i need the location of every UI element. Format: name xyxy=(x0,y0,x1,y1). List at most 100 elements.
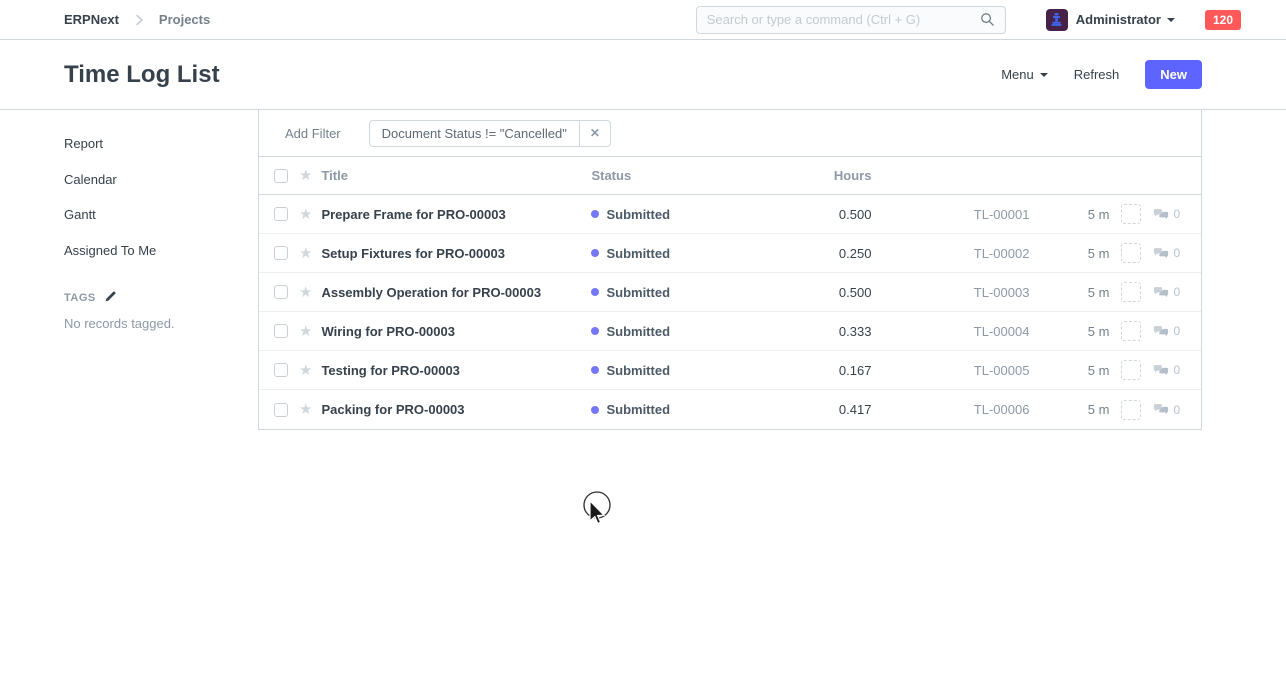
assign-placeholder-button[interactable] xyxy=(1121,204,1141,224)
select-all-checkbox[interactable] xyxy=(274,169,288,183)
star-column-icon[interactable]: ★ xyxy=(299,168,312,183)
app-brand[interactable]: ERPNext xyxy=(64,12,119,27)
star-icon[interactable]: ★ xyxy=(299,285,312,300)
menu-button[interactable]: Menu xyxy=(1001,67,1048,82)
page-title: Time Log List xyxy=(64,61,220,89)
assign-placeholder-button[interactable] xyxy=(1121,360,1141,380)
star-icon[interactable]: ★ xyxy=(299,363,312,378)
assign-placeholder-button[interactable] xyxy=(1121,282,1141,302)
list-container: Add Filter Document Status != "Cancelled… xyxy=(258,110,1202,430)
add-filter-button[interactable]: Add Filter xyxy=(285,126,341,141)
notification-badge[interactable]: 120 xyxy=(1205,10,1241,30)
row-checkbox[interactable] xyxy=(274,207,288,221)
status-label: Submitted xyxy=(606,207,670,222)
comments-button[interactable]: 0 xyxy=(1153,324,1180,338)
row-title-link[interactable]: Prepare Frame for PRO-00003 xyxy=(321,207,505,222)
row-id-link[interactable]: TL-00001 xyxy=(871,207,1031,222)
user-menu[interactable]: Administrator xyxy=(1046,9,1175,31)
star-icon[interactable]: ★ xyxy=(299,324,312,339)
row-id-link[interactable]: TL-00004 xyxy=(871,324,1031,339)
remove-filter-icon[interactable]: ✕ xyxy=(579,121,610,146)
tags-empty-message: No records tagged. xyxy=(64,316,238,331)
column-header-hours[interactable]: Hours xyxy=(761,168,871,183)
filter-bar: Add Filter Document Status != "Cancelled… xyxy=(259,110,1201,157)
comment-icon xyxy=(1153,403,1169,416)
search-icon[interactable] xyxy=(980,12,995,27)
row-id-link[interactable]: TL-00005 xyxy=(871,363,1031,378)
status-dot-icon xyxy=(591,327,599,335)
navbar: ERPNext Projects Administrator 120 xyxy=(0,0,1286,40)
search-input[interactable] xyxy=(707,12,980,27)
row-title-link[interactable]: Testing for PRO-00003 xyxy=(321,363,459,378)
row-modified: 5 m xyxy=(1031,207,1121,222)
list-header-row: ★ Title Status Hours xyxy=(259,157,1201,195)
filter-chip-label[interactable]: Document Status != "Cancelled" xyxy=(370,121,579,146)
new-button[interactable]: New xyxy=(1145,60,1202,89)
row-title-link[interactable]: Wiring for PRO-00003 xyxy=(321,324,455,339)
sidebar-item-report[interactable]: Report xyxy=(64,132,238,157)
row-status: Submitted xyxy=(591,363,761,378)
comment-count: 0 xyxy=(1173,285,1180,299)
assign-placeholder-button[interactable] xyxy=(1121,243,1141,263)
row-id-link[interactable]: TL-00002 xyxy=(871,246,1031,261)
row-checkbox[interactable] xyxy=(274,324,288,338)
table-row[interactable]: ★ Wiring for PRO-00003 Submitted 0.333 T… xyxy=(259,312,1201,351)
edit-tags-pencil-icon[interactable] xyxy=(104,290,117,306)
comment-icon xyxy=(1153,208,1169,221)
comment-count: 0 xyxy=(1173,324,1180,338)
comments-button[interactable]: 0 xyxy=(1153,207,1180,221)
row-id-link[interactable]: TL-00003 xyxy=(871,285,1031,300)
star-icon[interactable]: ★ xyxy=(299,246,312,261)
row-checkbox[interactable] xyxy=(274,246,288,260)
comment-icon xyxy=(1153,364,1169,377)
row-status: Submitted xyxy=(591,207,761,222)
status-dot-icon xyxy=(591,210,599,218)
sidebar-item-calendar[interactable]: Calendar xyxy=(64,168,238,193)
star-icon[interactable]: ★ xyxy=(299,207,312,222)
comment-icon xyxy=(1153,286,1169,299)
global-search[interactable] xyxy=(696,6,1006,34)
tags-label: TAGS xyxy=(64,292,96,304)
table-row[interactable]: ★ Testing for PRO-00003 Submitted 0.167 … xyxy=(259,351,1201,390)
sidebar-item-assigned-to-me[interactable]: Assigned To Me xyxy=(64,239,238,264)
column-header-status[interactable]: Status xyxy=(591,168,761,183)
comments-button[interactable]: 0 xyxy=(1153,246,1180,260)
assign-placeholder-button[interactable] xyxy=(1121,321,1141,341)
sidebar-item-gantt[interactable]: Gantt xyxy=(64,203,238,228)
comments-button[interactable]: 0 xyxy=(1153,363,1180,377)
chevron-down-icon xyxy=(1040,73,1048,77)
row-id-link[interactable]: TL-00006 xyxy=(871,402,1031,417)
avatar xyxy=(1046,9,1068,31)
row-checkbox[interactable] xyxy=(274,285,288,299)
comments-button[interactable]: 0 xyxy=(1153,403,1180,417)
row-title-link[interactable]: Setup Fixtures for PRO-00003 xyxy=(321,246,505,261)
status-dot-icon xyxy=(591,288,599,296)
row-title-link[interactable]: Packing for PRO-00003 xyxy=(321,402,464,417)
column-header-title[interactable]: Title xyxy=(321,168,591,183)
row-modified: 5 m xyxy=(1031,246,1121,261)
table-row[interactable]: ★ Assembly Operation for PRO-00003 Submi… xyxy=(259,273,1201,312)
click-ring-icon xyxy=(584,492,610,518)
refresh-button[interactable]: Refresh xyxy=(1074,67,1120,82)
row-checkbox[interactable] xyxy=(274,403,288,417)
page-head: Time Log List Menu Refresh New xyxy=(0,40,1286,110)
mouse-cursor xyxy=(577,488,621,537)
chevron-right-icon xyxy=(133,14,145,26)
table-row[interactable]: ★ Prepare Frame for PRO-00003 Submitted … xyxy=(259,195,1201,234)
status-label: Submitted xyxy=(606,246,670,261)
row-hours: 0.500 xyxy=(761,285,871,300)
row-status: Submitted xyxy=(591,402,761,417)
row-hours: 0.167 xyxy=(761,363,871,378)
table-row[interactable]: ★ Packing for PRO-00003 Submitted 0.417 … xyxy=(259,390,1201,429)
star-icon[interactable]: ★ xyxy=(299,402,312,417)
menu-button-label: Menu xyxy=(1001,67,1034,82)
row-checkbox[interactable] xyxy=(274,363,288,377)
row-modified: 5 m xyxy=(1031,324,1121,339)
assign-placeholder-button[interactable] xyxy=(1121,400,1141,420)
table-row[interactable]: ★ Setup Fixtures for PRO-00003 Submitted… xyxy=(259,234,1201,273)
row-modified: 5 m xyxy=(1031,285,1121,300)
row-title-link[interactable]: Assembly Operation for PRO-00003 xyxy=(321,285,541,300)
page-actions: Menu Refresh New xyxy=(1001,60,1202,89)
comments-button[interactable]: 0 xyxy=(1153,285,1180,299)
breadcrumb[interactable]: Projects xyxy=(159,12,210,27)
